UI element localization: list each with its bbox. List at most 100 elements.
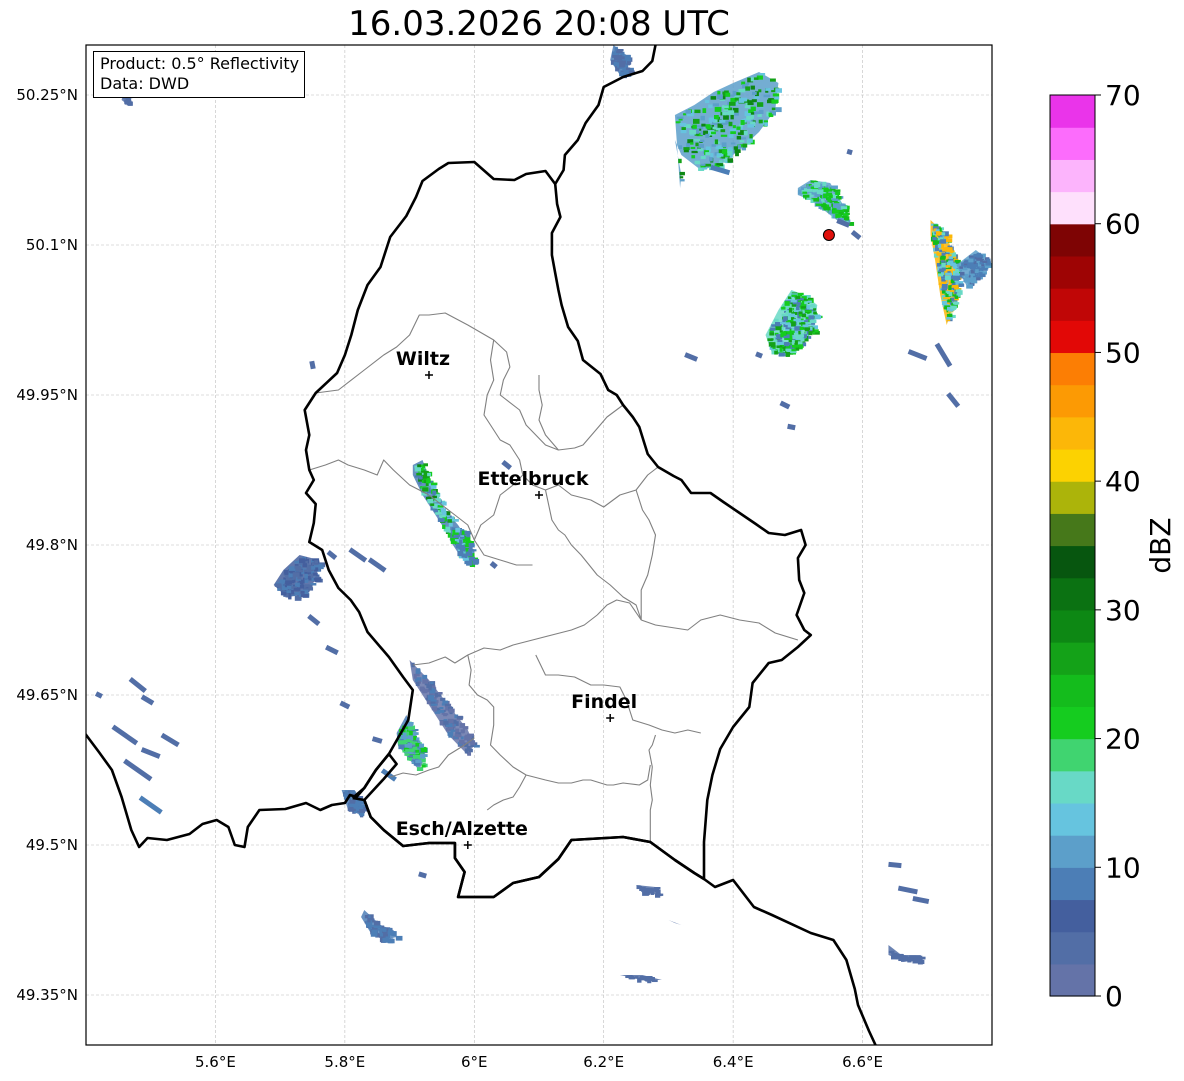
- echo-pixel: [705, 133, 710, 138]
- echo-pixel: [303, 569, 308, 572]
- echo-pixel: [288, 566, 296, 572]
- echo-pixel: [765, 88, 771, 91]
- echo-pixel: [468, 748, 473, 753]
- colorbar-segment: [1050, 609, 1095, 643]
- echo-pixel: [692, 124, 697, 130]
- echo-pixel: [710, 96, 717, 100]
- echo-pixel: [456, 716, 464, 719]
- echo-pixel: [297, 576, 302, 580]
- colorbar-segment: [1050, 545, 1095, 579]
- echo-pixel: [709, 157, 713, 162]
- echo-pixel: [775, 96, 780, 100]
- echo-pixel: [466, 560, 472, 566]
- echo-pixel: [693, 118, 700, 124]
- echo-pixel: [691, 150, 698, 154]
- echo-streak: [846, 148, 853, 156]
- echo-pixel: [459, 723, 466, 728]
- data-source-label: Data: DWD: [100, 74, 190, 93]
- echo-pixel: [377, 928, 383, 931]
- echo-pixel: [430, 503, 435, 506]
- echo-pixel: [795, 318, 801, 322]
- echo-pixel: [629, 977, 636, 980]
- echo-pixel: [719, 160, 723, 163]
- echo-pixel: [693, 138, 701, 142]
- echo-pixel: [940, 252, 946, 256]
- colorbar-segment: [1050, 674, 1095, 707]
- echo-pixel: [720, 134, 728, 137]
- echo-pixel: [946, 313, 952, 317]
- lon-tick-label: 6.6°E: [842, 1053, 883, 1071]
- echo-pixel: [954, 295, 959, 299]
- echo-pixel: [767, 99, 772, 104]
- echo-pixel: [686, 142, 690, 148]
- colorbar-tick-label: 70: [1105, 79, 1141, 112]
- lat-tick-label: 50.25°N: [16, 86, 78, 104]
- echo-pixel: [466, 551, 473, 557]
- echo-pixel: [729, 128, 737, 132]
- echo-pixel: [747, 124, 755, 128]
- echo-pixel: [616, 50, 623, 54]
- echo-pixel: [730, 114, 734, 120]
- echo-pixel: [433, 509, 439, 513]
- echo-pixel: [685, 109, 692, 114]
- echo-pixel: [948, 256, 953, 260]
- echo-pixel: [775, 323, 781, 327]
- colorbar-segment: [1050, 159, 1095, 193]
- echo-pixel: [940, 239, 947, 244]
- echo-pixel: [770, 327, 776, 331]
- echo-pixel: [750, 85, 755, 90]
- echo-pixel: [734, 149, 741, 153]
- echo-pixel: [896, 954, 902, 958]
- echo-pixel: [706, 125, 711, 130]
- echo-pixel: [455, 734, 462, 738]
- echo-pixel: [721, 122, 728, 125]
- echo-pixel: [459, 539, 463, 544]
- echo-pixel: [770, 78, 776, 82]
- echo-pixel: [702, 108, 707, 114]
- echo-pixel: [699, 139, 705, 143]
- echo-pixel: [800, 304, 807, 307]
- echo-pixel: [359, 808, 363, 812]
- echo-pixel: [959, 266, 963, 269]
- echo-pixel: [915, 958, 921, 963]
- echo-pixel: [982, 260, 988, 263]
- echo-pixel: [722, 111, 727, 116]
- echo-pixel: [714, 115, 719, 120]
- echo-pixel: [701, 123, 706, 127]
- echo-pixel: [458, 545, 466, 550]
- echo-pixel: [447, 718, 454, 724]
- echo-pixel: [698, 144, 705, 148]
- echo-pixel: [813, 198, 820, 202]
- lon-tick-label: 5.6°E: [195, 1053, 236, 1071]
- echo-pixel: [422, 689, 428, 694]
- echo-pixel: [711, 131, 716, 135]
- echo-pixel: [909, 958, 915, 962]
- echo-pixel: [752, 91, 757, 95]
- echo-pixel: [733, 112, 739, 116]
- echo-pixel: [950, 262, 956, 265]
- echo-pixel: [746, 116, 753, 120]
- echo-pixel: [298, 569, 304, 573]
- echo-pixel: [801, 313, 807, 318]
- echo-pixel: [468, 548, 474, 552]
- echo-pixel: [774, 318, 779, 322]
- echo-pixel: [941, 301, 948, 306]
- echo-pixel: [440, 508, 447, 513]
- echo-pixel: [694, 109, 701, 114]
- colorbar-segment: [1050, 867, 1095, 901]
- echo-pixel: [473, 558, 480, 564]
- echo-pixel: [832, 198, 839, 201]
- echo-pixel: [767, 338, 773, 342]
- echo-pixel: [676, 116, 684, 119]
- colorbar-segment: [1050, 384, 1095, 418]
- echo-pixel: [741, 97, 748, 102]
- echo-pixel: [736, 135, 742, 140]
- lon-tick-label: 6.4°E: [713, 1053, 754, 1071]
- echo-pixel: [415, 669, 421, 674]
- colorbar-segment: [1050, 416, 1095, 450]
- echo-pixel: [710, 153, 714, 158]
- colorbar-segment: [1050, 288, 1095, 321]
- echo-pixel: [288, 573, 293, 578]
- echo-pixel: [955, 272, 960, 276]
- echo-pixel: [398, 744, 406, 750]
